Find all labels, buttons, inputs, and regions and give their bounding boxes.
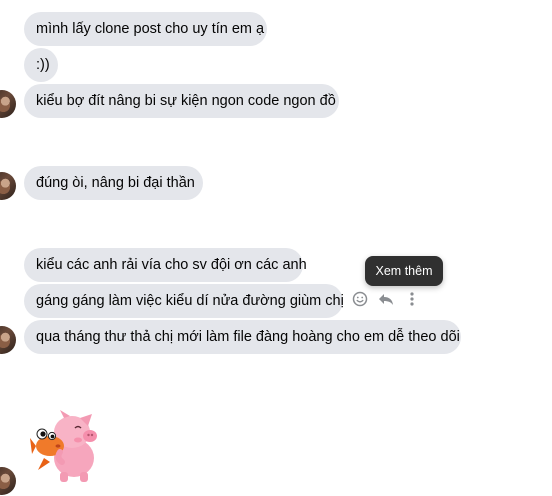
more-vertical-icon[interactable] <box>402 289 422 309</box>
message-actions <box>350 288 422 310</box>
sender-avatar[interactable] <box>0 90 16 118</box>
message-bubble[interactable]: mình lấy clone post cho uy tín em ạ <box>24 12 267 46</box>
message-bubble[interactable]: đúng òi, nâng bi đại thần <box>24 166 203 200</box>
sender-avatar[interactable] <box>0 326 16 354</box>
message-bubble[interactable]: kiểu các anh rải vía cho sv đội ơn các a… <box>24 248 307 282</box>
tooltip: Xem thêm <box>365 256 443 286</box>
smiley-icon[interactable] <box>350 289 370 309</box>
message-bubble[interactable]: :)) <box>24 48 58 82</box>
pig-sticker[interactable] <box>30 410 104 486</box>
sender-avatar[interactable] <box>0 172 16 200</box>
message-bubble[interactable]: gáng gáng làm việc kiểu dí nửa đường giù… <box>24 284 344 318</box>
message-bubble[interactable]: kiểu bợ đít nâng bi sự kiện ngon code ng… <box>24 84 339 118</box>
message-bubble[interactable]: qua tháng thư thả chị mới làm file đàng … <box>24 320 461 354</box>
sender-avatar[interactable] <box>0 467 16 495</box>
reply-icon[interactable] <box>376 289 396 309</box>
